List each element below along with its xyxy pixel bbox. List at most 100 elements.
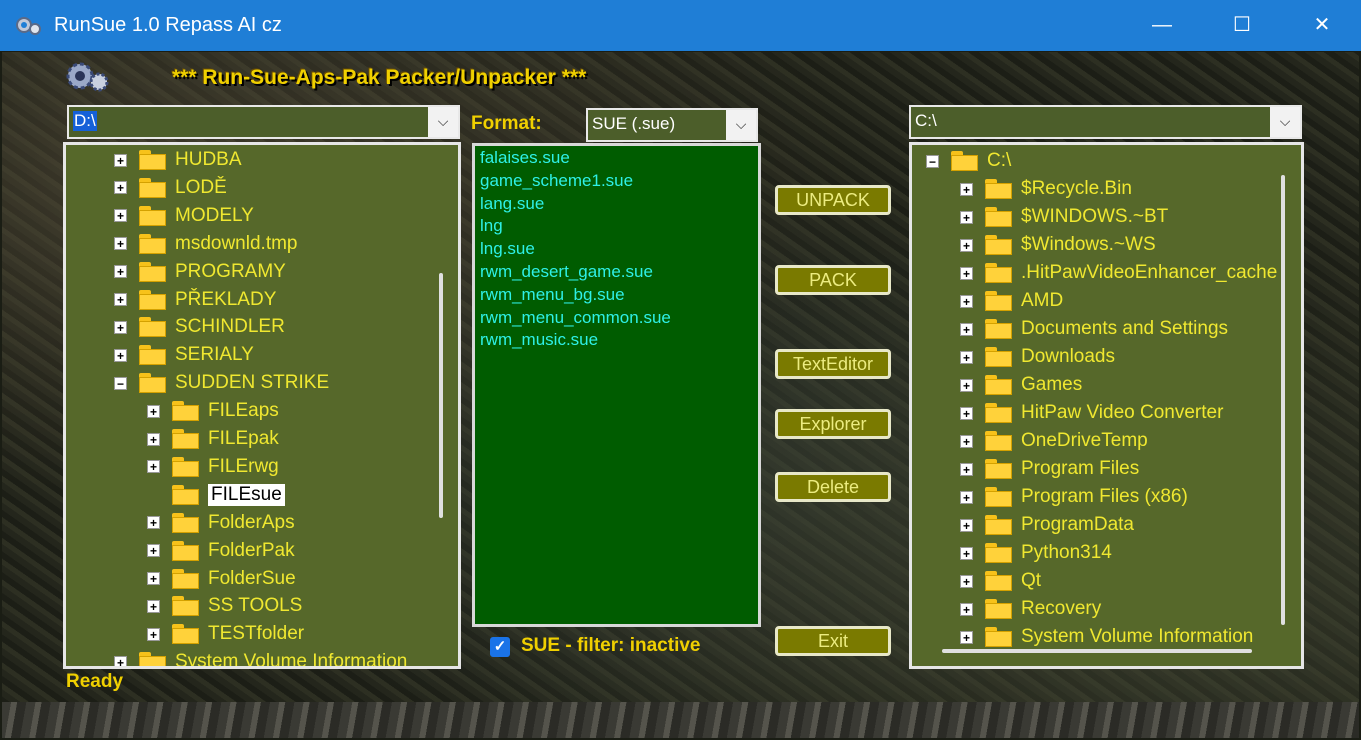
tree-item-label[interactable]: $WINDOWS.~BT <box>1021 206 1168 228</box>
unpack-button[interactable]: UNPACK <box>775 185 891 215</box>
file-list-item[interactable]: rwm_menu_bg.sue <box>480 285 625 305</box>
tree-item[interactable]: + FILEpak <box>147 425 279 453</box>
expand-icon[interactable]: + <box>960 462 973 476</box>
expand-icon[interactable]: + <box>114 348 127 362</box>
tree-item-label[interactable]: HUDBA <box>175 149 242 171</box>
pack-button[interactable]: PACK <box>775 265 891 295</box>
tree-item-label[interactable]: MODELY <box>175 205 254 227</box>
expand-icon[interactable]: + <box>114 655 127 666</box>
expand-icon[interactable]: + <box>960 602 973 616</box>
delete-button[interactable]: Delete <box>775 472 891 502</box>
format-select[interactable]: SUE (.sue) ⌵ <box>586 108 758 142</box>
expand-icon[interactable]: + <box>960 378 973 392</box>
tree-item-label[interactable]: FILEpak <box>208 428 279 450</box>
expand-icon[interactable]: + <box>114 265 127 279</box>
file-list-item[interactable]: game_scheme1.sue <box>480 171 633 191</box>
tree-item-label[interactable]: FolderPak <box>208 540 295 562</box>
file-list-item[interactable]: lng.sue <box>480 239 535 259</box>
tree-item[interactable]: + $Windows.~WS <box>960 231 1156 259</box>
tree-item-label[interactable]: FolderSue <box>208 568 296 590</box>
expand-icon[interactable]: + <box>114 320 127 334</box>
chevron-down-icon[interactable]: ⌵ <box>1270 107 1300 137</box>
file-list[interactable]: falaises.sue game_scheme1.sue lang.sue lng l… <box>472 143 761 627</box>
tree-item-label[interactable]: SERIALY <box>175 344 254 366</box>
tree-item[interactable]: + Program Files <box>960 455 1139 483</box>
tree-item[interactable]: + System Volume Information <box>960 623 1253 651</box>
chevron-down-icon[interactable]: ⌵ <box>726 110 756 140</box>
expand-icon[interactable]: + <box>960 182 973 196</box>
scrollbar-thumb[interactable] <box>1281 175 1285 625</box>
title-bar[interactable]: RunSue 1.0 Repass AI cz — ☐ ✕ <box>0 0 1361 51</box>
left-folder-tree[interactable]: + HUDBA + LODĚ + MODELY + msdownld.tmp + PROGRAMY… <box>63 142 461 669</box>
expand-icon[interactable]: + <box>147 572 160 585</box>
tree-item-label[interactable]: Downloads <box>1021 346 1115 368</box>
tree-item-label[interactable]: Documents and Settings <box>1021 318 1228 340</box>
expand-icon[interactable]: + <box>960 210 973 224</box>
right-drive-select[interactable]: C:\ ⌵ <box>909 105 1302 139</box>
tree-item-label[interactable]: Qt <box>1021 570 1041 592</box>
sue-filter-checkbox[interactable]: ✓ <box>490 637 510 657</box>
right-tree-scrollbar[interactable] <box>1274 145 1292 643</box>
file-list-item[interactable]: lang.sue <box>480 194 544 214</box>
tree-item[interactable]: + HUDBA <box>114 146 242 174</box>
expand-icon[interactable]: + <box>960 350 973 364</box>
expand-icon[interactable]: + <box>960 238 973 252</box>
tree-item[interactable]: + PŘEKLADY <box>114 286 276 314</box>
tree-item-label[interactable]: C:\ <box>987 150 1011 172</box>
tree-item-label[interactable]: $Recycle.Bin <box>1021 178 1132 200</box>
tree-item-label[interactable]: OneDriveTemp <box>1021 430 1148 452</box>
tree-item[interactable]: + Downloads <box>960 343 1115 371</box>
file-list-item[interactable]: rwm_menu_common.sue <box>480 308 671 328</box>
tree-item[interactable]: + $Recycle.Bin <box>960 175 1132 203</box>
tree-item[interactable]: + System Volume Information <box>114 648 407 666</box>
tree-item-label[interactable]: FILEaps <box>208 400 279 422</box>
tree-item[interactable]: + OneDriveTemp <box>960 427 1148 455</box>
expand-icon[interactable]: + <box>960 518 973 532</box>
tree-item[interactable]: + Recovery <box>960 595 1101 623</box>
tree-item[interactable]: + FILErwg <box>147 453 279 481</box>
collapse-icon[interactable]: − <box>926 154 939 168</box>
tree-item[interactable]: + Program Files (x86) <box>960 483 1188 511</box>
expand-icon[interactable]: + <box>960 490 973 504</box>
tree-item[interactable]: + Games <box>960 371 1082 399</box>
expand-icon[interactable]: + <box>960 434 973 448</box>
tree-item-label[interactable]: FILErwg <box>208 456 279 478</box>
tree-item-label[interactable]: HitPaw Video Converter <box>1021 402 1223 424</box>
expand-icon[interactable]: + <box>147 404 160 418</box>
tree-item[interactable]: + Python314 <box>960 539 1112 567</box>
tree-item-label[interactable]: Recovery <box>1021 598 1101 620</box>
tree-item-label[interactable]: FolderAps <box>208 512 295 534</box>
tree-item[interactable]: + ProgramData <box>960 511 1134 539</box>
left-tree-scrollbar[interactable] <box>432 145 450 666</box>
tree-item-label[interactable]: TESTfolder <box>208 623 304 645</box>
exit-button[interactable]: Exit <box>775 626 891 656</box>
expand-icon[interactable]: + <box>147 460 160 474</box>
tree-item[interactable]: − C:\ <box>926 147 1011 175</box>
tree-item-label[interactable]: SCHINDLER <box>175 316 285 338</box>
explorer-button[interactable]: Explorer <box>775 409 891 439</box>
expand-icon[interactable]: + <box>960 630 973 644</box>
tree-item[interactable]: + LODĚ <box>114 174 227 202</box>
expand-icon[interactable]: + <box>114 181 127 195</box>
tree-item-label[interactable]: msdownld.tmp <box>175 233 298 255</box>
tree-item-label[interactable]: .HitPawVideoEnhancer_cache <box>1021 262 1277 284</box>
tree-item[interactable]: + Documents and Settings <box>960 315 1228 343</box>
tree-item-label[interactable]: System Volume Information <box>1021 626 1253 648</box>
chevron-down-icon[interactable]: ⌵ <box>428 107 458 137</box>
tree-item-label[interactable]: PŘEKLADY <box>175 289 276 311</box>
left-drive-select[interactable]: D:\ ⌵ <box>67 105 460 139</box>
tree-item-label[interactable]: Python314 <box>1021 542 1112 564</box>
minimize-button[interactable]: — <box>1122 0 1202 51</box>
expand-icon[interactable]: + <box>960 574 973 588</box>
tree-item[interactable]: + TESTfolder <box>147 620 304 648</box>
expand-icon[interactable]: + <box>960 546 973 560</box>
tree-item-label[interactable]: Program Files <box>1021 458 1139 480</box>
tree-item[interactable]: + Qt <box>960 567 1041 595</box>
tree-item[interactable]: + PROGRAMY <box>114 258 286 286</box>
tree-item-label[interactable]: LODĚ <box>175 177 227 199</box>
tree-item[interactable]: + .HitPawVideoEnhancer_cache <box>960 259 1277 287</box>
file-list-item[interactable]: rwm_music.sue <box>480 330 598 350</box>
collapse-icon[interactable]: − <box>114 376 127 390</box>
tree-item[interactable]: FILEsue <box>147 481 285 509</box>
tree-item-label[interactable]: Program Files (x86) <box>1021 486 1188 508</box>
